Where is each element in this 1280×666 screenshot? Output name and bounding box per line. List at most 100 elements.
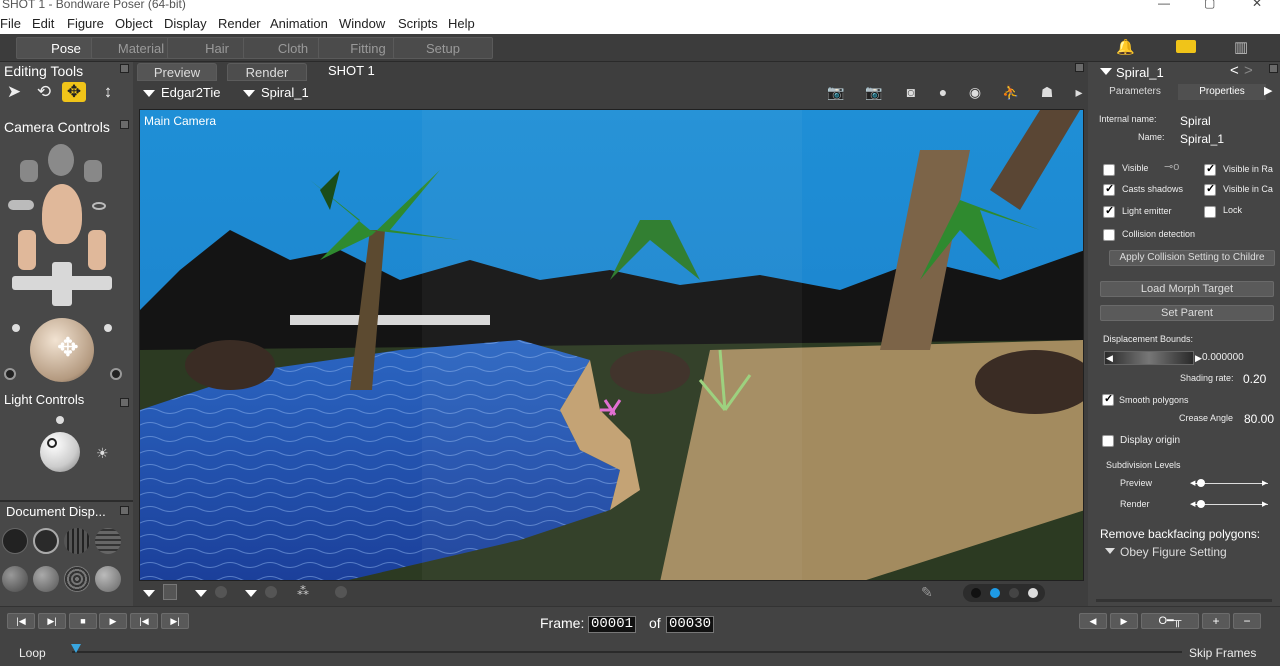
name-field[interactable]: Spiral_1 xyxy=(1180,132,1224,146)
ground-shadow-icon[interactable] xyxy=(163,584,177,600)
menu-render[interactable]: Render xyxy=(218,16,261,31)
smooth-polygons-checkbox[interactable] xyxy=(1102,392,1114,406)
scale-tool-icon[interactable]: ↕ xyxy=(96,82,120,102)
left-hand-icon[interactable] xyxy=(18,230,36,270)
menu-scripts[interactable]: Scripts xyxy=(398,16,438,31)
tabs-scroll-arrow-icon[interactable]: ▶ xyxy=(1264,84,1272,97)
panel-menu-icon[interactable] xyxy=(120,398,129,407)
crease-angle-value[interactable]: 80.00 xyxy=(1244,412,1274,426)
bell-icon[interactable]: 🔔 xyxy=(1116,38,1135,56)
panel-scrollbar[interactable] xyxy=(1096,599,1272,602)
panel-menu-icon[interactable] xyxy=(120,506,129,515)
load-morph-target-button[interactable]: Load Morph Target xyxy=(1100,281,1274,297)
menu-help[interactable]: Help xyxy=(448,16,475,31)
timeline-playhead[interactable] xyxy=(71,644,81,653)
right-hand-camera-icon[interactable] xyxy=(84,160,102,182)
figure-walk-icon[interactable]: ⛹ xyxy=(999,84,1023,104)
add-key-button[interactable]: + xyxy=(1202,613,1230,629)
light-handle-icon[interactable] xyxy=(56,416,64,424)
back-arrow-icon[interactable]: < xyxy=(1230,62,1239,79)
figure-style-icon[interactable] xyxy=(215,586,227,598)
slider-handle[interactable] xyxy=(1197,479,1205,487)
key-icon[interactable] xyxy=(8,200,34,210)
head-camera-icon[interactable] xyxy=(42,184,82,244)
dropdown-arrow-icon[interactable] xyxy=(195,590,207,597)
stop-button[interactable]: ■ xyxy=(69,613,97,629)
panel-menu-icon[interactable] xyxy=(1269,64,1278,73)
casts-shadows-checkbox[interactable] xyxy=(1103,182,1115,196)
next-key-button[interactable]: ▶ xyxy=(1110,613,1138,629)
key-icon[interactable]: ⊸o xyxy=(1164,160,1179,173)
tab-render[interactable]: Render xyxy=(227,63,307,81)
message-icon[interactable] xyxy=(1176,40,1196,53)
visible-in-camera-checkbox[interactable] xyxy=(1204,182,1216,196)
tab-parameters[interactable]: Parameters xyxy=(1092,84,1178,100)
camera-switch-icon[interactable] xyxy=(4,368,16,380)
actor-selector[interactable]: Spiral_1 xyxy=(243,85,309,100)
globe-icon[interactable]: ◉ xyxy=(963,84,987,104)
texture-shaded-style-icon[interactable] xyxy=(95,566,121,592)
flat-shaded-style-icon[interactable] xyxy=(2,566,28,592)
slider-left-arrow-icon[interactable]: ◀ xyxy=(1190,479,1195,487)
dropdown-arrow-icon[interactable] xyxy=(1100,68,1112,75)
dial-right-arrow-icon[interactable]: ▶ xyxy=(1195,353,1202,364)
slider-left-arrow-icon[interactable]: ◀ xyxy=(1190,500,1195,508)
lit-wireframe-style-icon[interactable] xyxy=(64,566,90,592)
dropdown-arrow-icon[interactable] xyxy=(1105,548,1115,554)
display-origin-checkbox[interactable] xyxy=(1102,435,1114,447)
slider-right-arrow-icon[interactable]: ▶ xyxy=(1262,479,1267,487)
camera-icon[interactable]: 📷 xyxy=(824,84,848,104)
skip-frames-label[interactable]: Skip Frames xyxy=(1189,646,1256,660)
camera-dolly-icon[interactable]: 📷 xyxy=(862,84,886,104)
previous-frame-button[interactable]: |◀ xyxy=(130,613,158,629)
layout-dot-icon[interactable] xyxy=(1028,588,1038,598)
play-button[interactable]: ▶ xyxy=(99,613,127,629)
close-button[interactable]: ✕ xyxy=(1252,0,1262,10)
step-back-button[interactable]: ▶| xyxy=(38,613,66,629)
depth-cue-icon[interactable] xyxy=(335,586,347,598)
tab-setup[interactable]: Setup xyxy=(393,37,493,59)
layout-dot-icon[interactable] xyxy=(990,588,1000,598)
loop-label[interactable]: Loop xyxy=(19,646,46,660)
menu-animation[interactable]: Animation xyxy=(270,16,328,31)
menu-edit[interactable]: Edit xyxy=(32,16,54,31)
translate-tool-icon[interactable]: ✥ xyxy=(62,82,86,102)
rotate-tool-icon[interactable]: ⟲ xyxy=(32,82,56,102)
panel-menu-icon[interactable] xyxy=(120,64,129,73)
menu-window[interactable]: Window xyxy=(339,16,385,31)
figure-selector[interactable]: Edgar2Tie xyxy=(143,85,221,100)
menu-file[interactable]: File xyxy=(0,16,21,31)
element-style-icon[interactable] xyxy=(265,586,277,598)
displacement-dial[interactable] xyxy=(1104,351,1194,365)
outline-style-icon[interactable] xyxy=(33,528,59,554)
lighting-icon[interactable]: ● xyxy=(931,84,955,104)
dropdown-arrow-icon[interactable] xyxy=(143,590,155,597)
sun-icon[interactable]: ☀ xyxy=(96,445,109,462)
slider-right-arrow-icon[interactable]: ▶ xyxy=(1262,500,1267,508)
pencil-icon[interactable]: ✎ xyxy=(921,584,933,601)
face-camera-icon[interactable] xyxy=(48,144,74,176)
camera-dot-icon[interactable] xyxy=(12,324,20,332)
next-frame-button[interactable]: ▶| xyxy=(161,613,189,629)
light-sphere-control[interactable] xyxy=(40,432,80,472)
select-tool-icon[interactable]: ➤ xyxy=(2,82,26,102)
left-hand-camera-icon[interactable] xyxy=(20,160,38,182)
camera-dot-icon[interactable] xyxy=(104,324,112,332)
light-emitter-checkbox[interactable] xyxy=(1103,204,1115,218)
move-y-control[interactable] xyxy=(52,262,72,306)
silhouette-style-icon[interactable] xyxy=(2,528,28,554)
camera-switch-icon[interactable] xyxy=(110,368,122,380)
lock-checkbox[interactable] xyxy=(1204,206,1216,218)
layout-dot-icon[interactable] xyxy=(1009,588,1019,598)
orbit-icon[interactable] xyxy=(92,202,106,210)
set-parent-button[interactable]: Set Parent xyxy=(1100,305,1274,321)
key-icon[interactable]: O━╥ xyxy=(1141,613,1199,629)
remove-key-button[interactable]: − xyxy=(1233,613,1261,629)
right-hand-icon[interactable] xyxy=(88,230,106,270)
smooth-shaded-style-icon[interactable] xyxy=(33,566,59,592)
hidden-line-style-icon[interactable] xyxy=(95,528,121,554)
camera-frame-icon[interactable]: ◙ xyxy=(899,84,923,104)
obey-figure-setting-select[interactable]: Obey Figure Setting xyxy=(1120,545,1227,559)
go-to-start-button[interactable]: |◀ xyxy=(7,613,35,629)
total-frames-field[interactable]: 00030 xyxy=(666,616,715,633)
